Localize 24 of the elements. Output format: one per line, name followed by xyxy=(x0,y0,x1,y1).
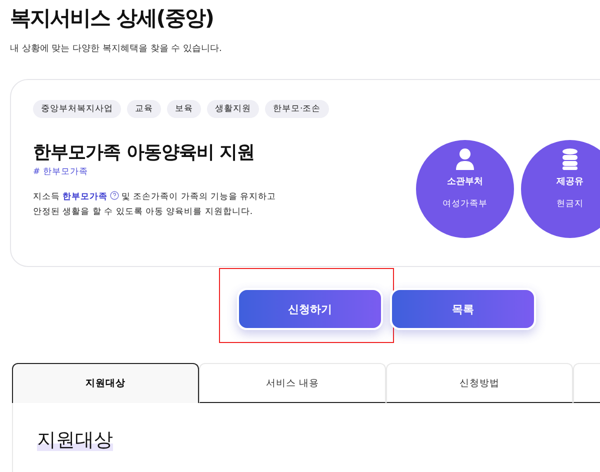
info-value: 여성가족부 xyxy=(442,198,488,210)
question-icon[interactable] xyxy=(110,191,119,200)
page-title: 복지서비스 상세(중앙) xyxy=(9,5,215,32)
info-label: 제공유 xyxy=(556,176,584,188)
category-tag: 중앙부처복지사업 xyxy=(33,100,121,118)
person-icon xyxy=(455,148,475,170)
category-tag: 한부모·조손 xyxy=(265,100,329,118)
hashtag: # 한부모가족 xyxy=(33,166,89,178)
database-icon xyxy=(562,148,578,170)
section-heading: 지원대상 xyxy=(37,429,113,451)
term-link[interactable]: 한부모가족 xyxy=(62,192,108,202)
service-name: 한부모가족 아동양육비 지원 xyxy=(33,141,256,164)
category-tag: 보육 xyxy=(167,100,201,118)
action-button[interactable]: 목록 xyxy=(390,288,536,330)
tab[interactable]: 지원대상 xyxy=(12,363,199,403)
info-label: 소관부처 xyxy=(447,176,483,188)
tab[interactable]: 서비스 내용 xyxy=(199,363,386,403)
category-tag: 생활지원 xyxy=(207,100,259,118)
category-tag: 교육 xyxy=(127,100,161,118)
action-button[interactable]: 신청하기 xyxy=(237,288,383,330)
page-subtitle: 내 상황에 맞는 다양한 복지혜택을 찾을 수 있습니다. xyxy=(9,43,223,55)
service-description: 지소득 한부모가족 및 조손가족이 가족의 기능을 유지하고 안정된 생활을 할 수 있도록 아동 양육비를 지원합니다. xyxy=(33,190,278,219)
tab[interactable]: 신청방법 xyxy=(386,363,573,403)
info-value: 현금지 xyxy=(556,198,584,210)
